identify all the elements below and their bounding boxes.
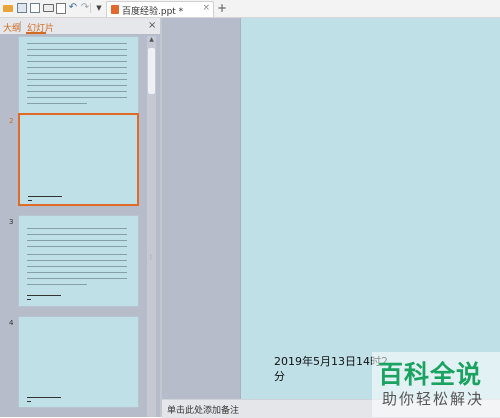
ppt-file-icon [111, 5, 119, 14]
slide-thumbnail-3[interactable] [18, 215, 139, 307]
document-tab[interactable]: 百度经验.ppt * × [106, 1, 214, 17]
close-panel-icon[interactable]: × [148, 20, 156, 31]
document-tab-title: 百度经验.ppt * [122, 7, 184, 17]
save-icon[interactable] [16, 2, 28, 14]
slide-editor: 2019年5月13日14时2 分 [162, 18, 500, 399]
slide-thumbnail-2[interactable] [18, 113, 139, 206]
close-tab-icon[interactable]: × [202, 3, 210, 13]
tab-outline[interactable]: 大纲 [3, 21, 21, 34]
watermark-subtitle: 助你轻松解决 [382, 390, 485, 408]
toolbar-divider [90, 3, 91, 13]
open-folder-icon[interactable] [2, 2, 14, 14]
new-tab-button[interactable]: + [217, 1, 227, 15]
notes-placeholder: 单击此处添加备注 [167, 406, 240, 416]
watermark-title: 百科全说 [378, 360, 483, 389]
print-icon[interactable] [42, 2, 54, 14]
current-slide-canvas[interactable]: 2019年5月13日14时2 分 [240, 18, 500, 399]
slide-number: 4 [9, 319, 14, 327]
undo-icon[interactable]: ↶ [67, 2, 79, 14]
slide-thumbnail-4[interactable] [18, 316, 139, 408]
active-tab-underline [26, 32, 46, 34]
export-pdf-icon[interactable] [55, 2, 67, 14]
quick-access-toolbar: ↶ ↷ ▼ 百度经验.ppt * × + [0, 0, 500, 18]
watermark-logo: 百科全说 助你轻松解决 [372, 352, 500, 417]
tab-divider [20, 21, 21, 31]
slide-thumbnail-1[interactable] [18, 36, 139, 123]
scrollbar-thumb[interactable] [148, 48, 155, 94]
splitter-grip-icon[interactable]: ⋮ [148, 254, 154, 261]
slide-number: 2 [9, 117, 14, 125]
panel-tabs: 大纲 幻灯片 × [0, 18, 160, 34]
toolbar-dropdown-icon[interactable]: ▼ [93, 2, 105, 14]
scroll-up-icon[interactable]: ▲ [147, 36, 156, 44]
slide-number: 3 [9, 218, 14, 226]
save-as-icon[interactable] [29, 2, 41, 14]
slides-panel: 大纲 幻灯片 × 2 3 4 ▲ ⋮ [0, 18, 160, 417]
slide-date-text-wrap[interactable]: 分 [274, 368, 285, 384]
